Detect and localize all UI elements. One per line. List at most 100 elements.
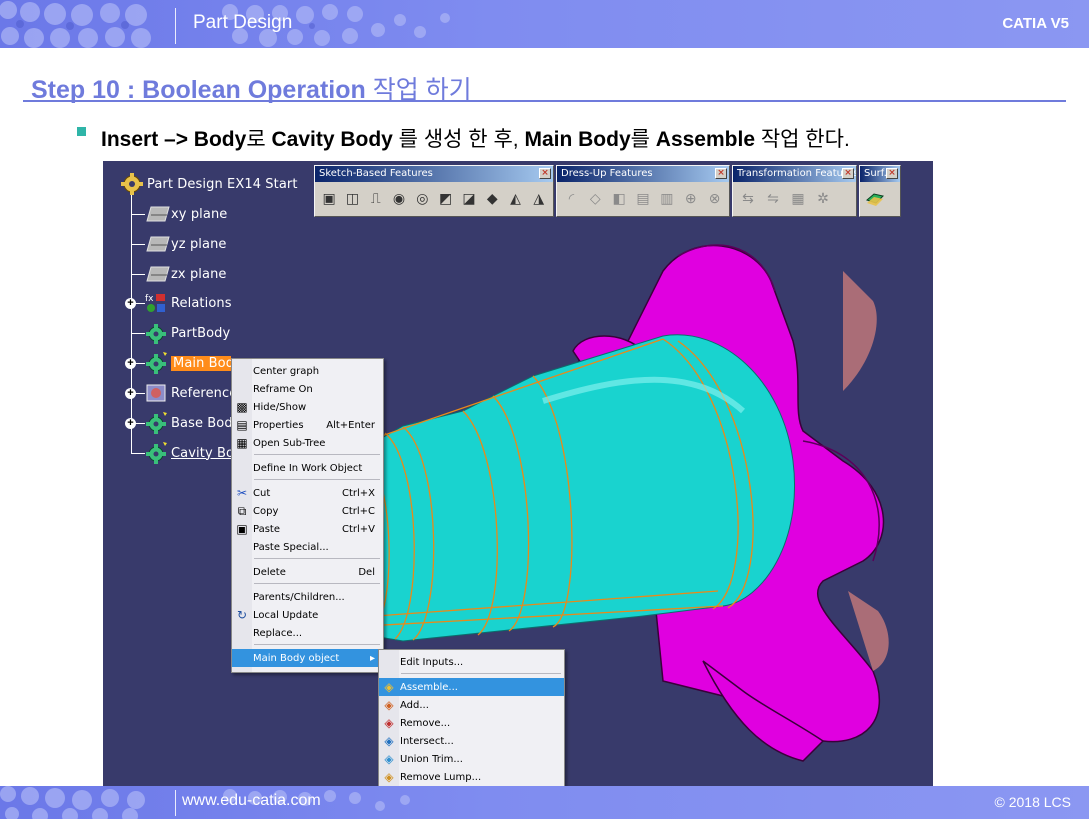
menu-item-edit-inputs[interactable]: Edit Inputs... xyxy=(379,653,564,671)
expand-icon[interactable]: + xyxy=(125,418,136,429)
tree-branch xyxy=(131,333,145,334)
hide-show-icon: ▩ xyxy=(236,400,248,414)
menu-item-label: Main Body object xyxy=(253,652,340,664)
toolbar-title-text: Sketch-Based Features xyxy=(319,168,433,179)
remove-face-icon[interactable]: ⊗ xyxy=(704,186,725,210)
toolbar-sketch-based-features[interactable]: Sketch-Based Features × ▣ ◫ ⎍ ◉ ◎ ◩ ◪ ◆ ◭… xyxy=(314,165,554,217)
menu-item-intersect[interactable]: ◈ Intersect... xyxy=(379,732,564,750)
sub-tree-icon: ▦ xyxy=(236,436,248,450)
loft-icon[interactable]: ◭ xyxy=(505,186,525,210)
menu-item-center-graph[interactable]: Center graph xyxy=(232,362,383,380)
scissors-icon: ✂ xyxy=(236,486,248,500)
tree-item-zx-plane[interactable]: zx plane xyxy=(145,262,227,286)
tree-label: yz plane xyxy=(171,236,227,252)
instr-ro: 로 xyxy=(246,128,272,151)
menu-item-hide-show[interactable]: ▩ Hide/Show xyxy=(232,398,383,416)
chamfer-icon[interactable]: ◇ xyxy=(585,186,606,210)
body-gear-icon xyxy=(145,412,167,434)
close-icon[interactable]: × xyxy=(886,168,898,179)
reference-icon xyxy=(145,382,167,404)
pad-icon[interactable]: ▣ xyxy=(319,186,339,210)
remove-loft-icon[interactable]: ◮ xyxy=(529,186,549,210)
menu-item-define-in-work-object[interactable]: Define In Work Object xyxy=(232,459,383,477)
menu-item-label: Delete xyxy=(253,566,286,578)
menu-item-label: Open Sub-Tree xyxy=(253,437,326,449)
header-separator xyxy=(175,8,176,44)
shell-icon[interactable]: ▤ xyxy=(633,186,654,210)
stiffener-icon[interactable]: ◆ xyxy=(482,186,502,210)
menu-item-add[interactable]: ◈ Add... xyxy=(379,696,564,714)
menu-item-remove-lump[interactable]: ◈ Remove Lump... xyxy=(379,768,564,786)
tree-item-relations[interactable]: fx Relations xyxy=(145,291,232,315)
expand-icon[interactable]: + xyxy=(125,358,136,369)
surface-icon[interactable] xyxy=(864,186,886,210)
tree-label: PartBody xyxy=(171,325,231,341)
toolbar-buttons: ▣ ◫ ⎍ ◉ ◎ ◩ ◪ ◆ ◭ ◮ xyxy=(315,182,553,214)
plane-icon xyxy=(145,203,170,225)
menu-item-reframe-on[interactable]: Reframe On xyxy=(232,380,383,398)
menu-item-open-sub-tree[interactable]: ▦ Open Sub-Tree xyxy=(232,434,383,452)
catia-viewport[interactable]: Part Design EX14 Start xy plane yz plane… xyxy=(103,161,933,786)
shaft-icon[interactable]: ⎍ xyxy=(366,186,386,210)
update-icon: ↻ xyxy=(236,608,248,622)
tree-branch xyxy=(136,423,145,424)
tree-branch xyxy=(131,274,145,275)
expand-icon[interactable]: + xyxy=(125,388,136,399)
tree-label: xy plane xyxy=(171,206,228,222)
thread-icon[interactable]: ⊕ xyxy=(680,186,701,210)
close-icon[interactable]: × xyxy=(539,168,551,179)
header-brand: CATIA V5 xyxy=(1002,15,1069,32)
draft-icon[interactable]: ◧ xyxy=(609,186,630,210)
tree-item-reference[interactable]: Reference xyxy=(145,381,237,405)
close-icon[interactable]: × xyxy=(842,168,854,179)
menu-item-replace[interactable]: Replace... xyxy=(232,624,383,642)
menu-item-paste[interactable]: ▣ Paste Ctrl+V xyxy=(232,520,383,538)
menu-item-assemble[interactable]: ◈ Assemble... xyxy=(379,678,564,696)
slot-icon[interactable]: ◪ xyxy=(459,186,479,210)
scaling-icon[interactable]: ✲ xyxy=(812,186,834,210)
expand-icon[interactable]: + xyxy=(125,298,136,309)
toolbar-dress-up-features[interactable]: Dress-Up Features × ◜ ◇ ◧ ▤ ▥ ⊕ ⊗ xyxy=(556,165,730,217)
pocket-icon[interactable]: ◫ xyxy=(342,186,362,210)
tree-item-partbody[interactable]: PartBody xyxy=(145,321,230,345)
menu-item-remove[interactable]: ◈ Remove... xyxy=(379,714,564,732)
hole-icon[interactable]: ◉ xyxy=(389,186,409,210)
mirror-icon[interactable]: ⇋ xyxy=(762,186,784,210)
tree-root[interactable]: Part Design EX14 Start xyxy=(121,172,298,196)
tree-branch xyxy=(136,363,145,364)
menu-item-label: Parents/Children... xyxy=(253,591,345,603)
toolbar-surface[interactable]: Surf... × xyxy=(859,165,901,217)
tree-item-main-body[interactable]: Main Body xyxy=(145,351,231,375)
tree-item-xy-plane[interactable]: xy plane xyxy=(145,202,227,226)
rib-icon[interactable]: ◩ xyxy=(435,186,455,210)
pattern-icon[interactable]: ▦ xyxy=(787,186,809,210)
menu-item-copy[interactable]: ⧉ Copy Ctrl+C xyxy=(232,502,383,520)
menu-item-main-body-object[interactable]: Main Body object ▸ xyxy=(232,649,383,667)
tree-item-base-body[interactable]: Base Body xyxy=(145,411,241,435)
menu-item-union-trim[interactable]: ◈ Union Trim... xyxy=(379,750,564,768)
instr-assemble: Assemble xyxy=(655,128,755,151)
groove-icon[interactable]: ◎ xyxy=(412,186,432,210)
slide: Part Design CATIA V5 Step 10 : Boolean O… xyxy=(0,0,1089,819)
body-gear-icon xyxy=(145,352,167,374)
part-gear-icon xyxy=(121,173,143,195)
fillet-icon[interactable]: ◜ xyxy=(561,186,582,210)
menu-item-label: Define In Work Object xyxy=(253,462,363,474)
menu-item-parents-children[interactable]: Parents/Children... xyxy=(232,588,383,606)
close-icon[interactable]: × xyxy=(715,168,727,179)
thickness-icon[interactable]: ▥ xyxy=(656,186,677,210)
menu-item-cut[interactable]: ✂ Cut Ctrl+X xyxy=(232,484,383,502)
tree-trunk xyxy=(131,193,132,453)
menu-item-delete[interactable]: Delete Del xyxy=(232,563,383,581)
toolbar-title: Transformation Features × xyxy=(733,166,856,182)
translate-icon[interactable]: ⇆ xyxy=(737,186,759,210)
menu-item-paste-special[interactable]: Paste Special... xyxy=(232,538,383,556)
menu-item-local-update[interactable]: ↻ Local Update xyxy=(232,606,383,624)
menu-item-label: Edit Inputs... xyxy=(400,656,464,668)
tree-branch xyxy=(131,453,145,454)
menu-separator xyxy=(254,583,380,584)
instr-main-body: Main Body xyxy=(524,128,631,151)
toolbar-transformation-features[interactable]: Transformation Features × ⇆ ⇋ ▦ ✲ xyxy=(732,165,857,217)
menu-item-properties[interactable]: ▤ Properties Alt+Enter xyxy=(232,416,383,434)
tree-item-yz-plane[interactable]: yz plane xyxy=(145,232,227,256)
